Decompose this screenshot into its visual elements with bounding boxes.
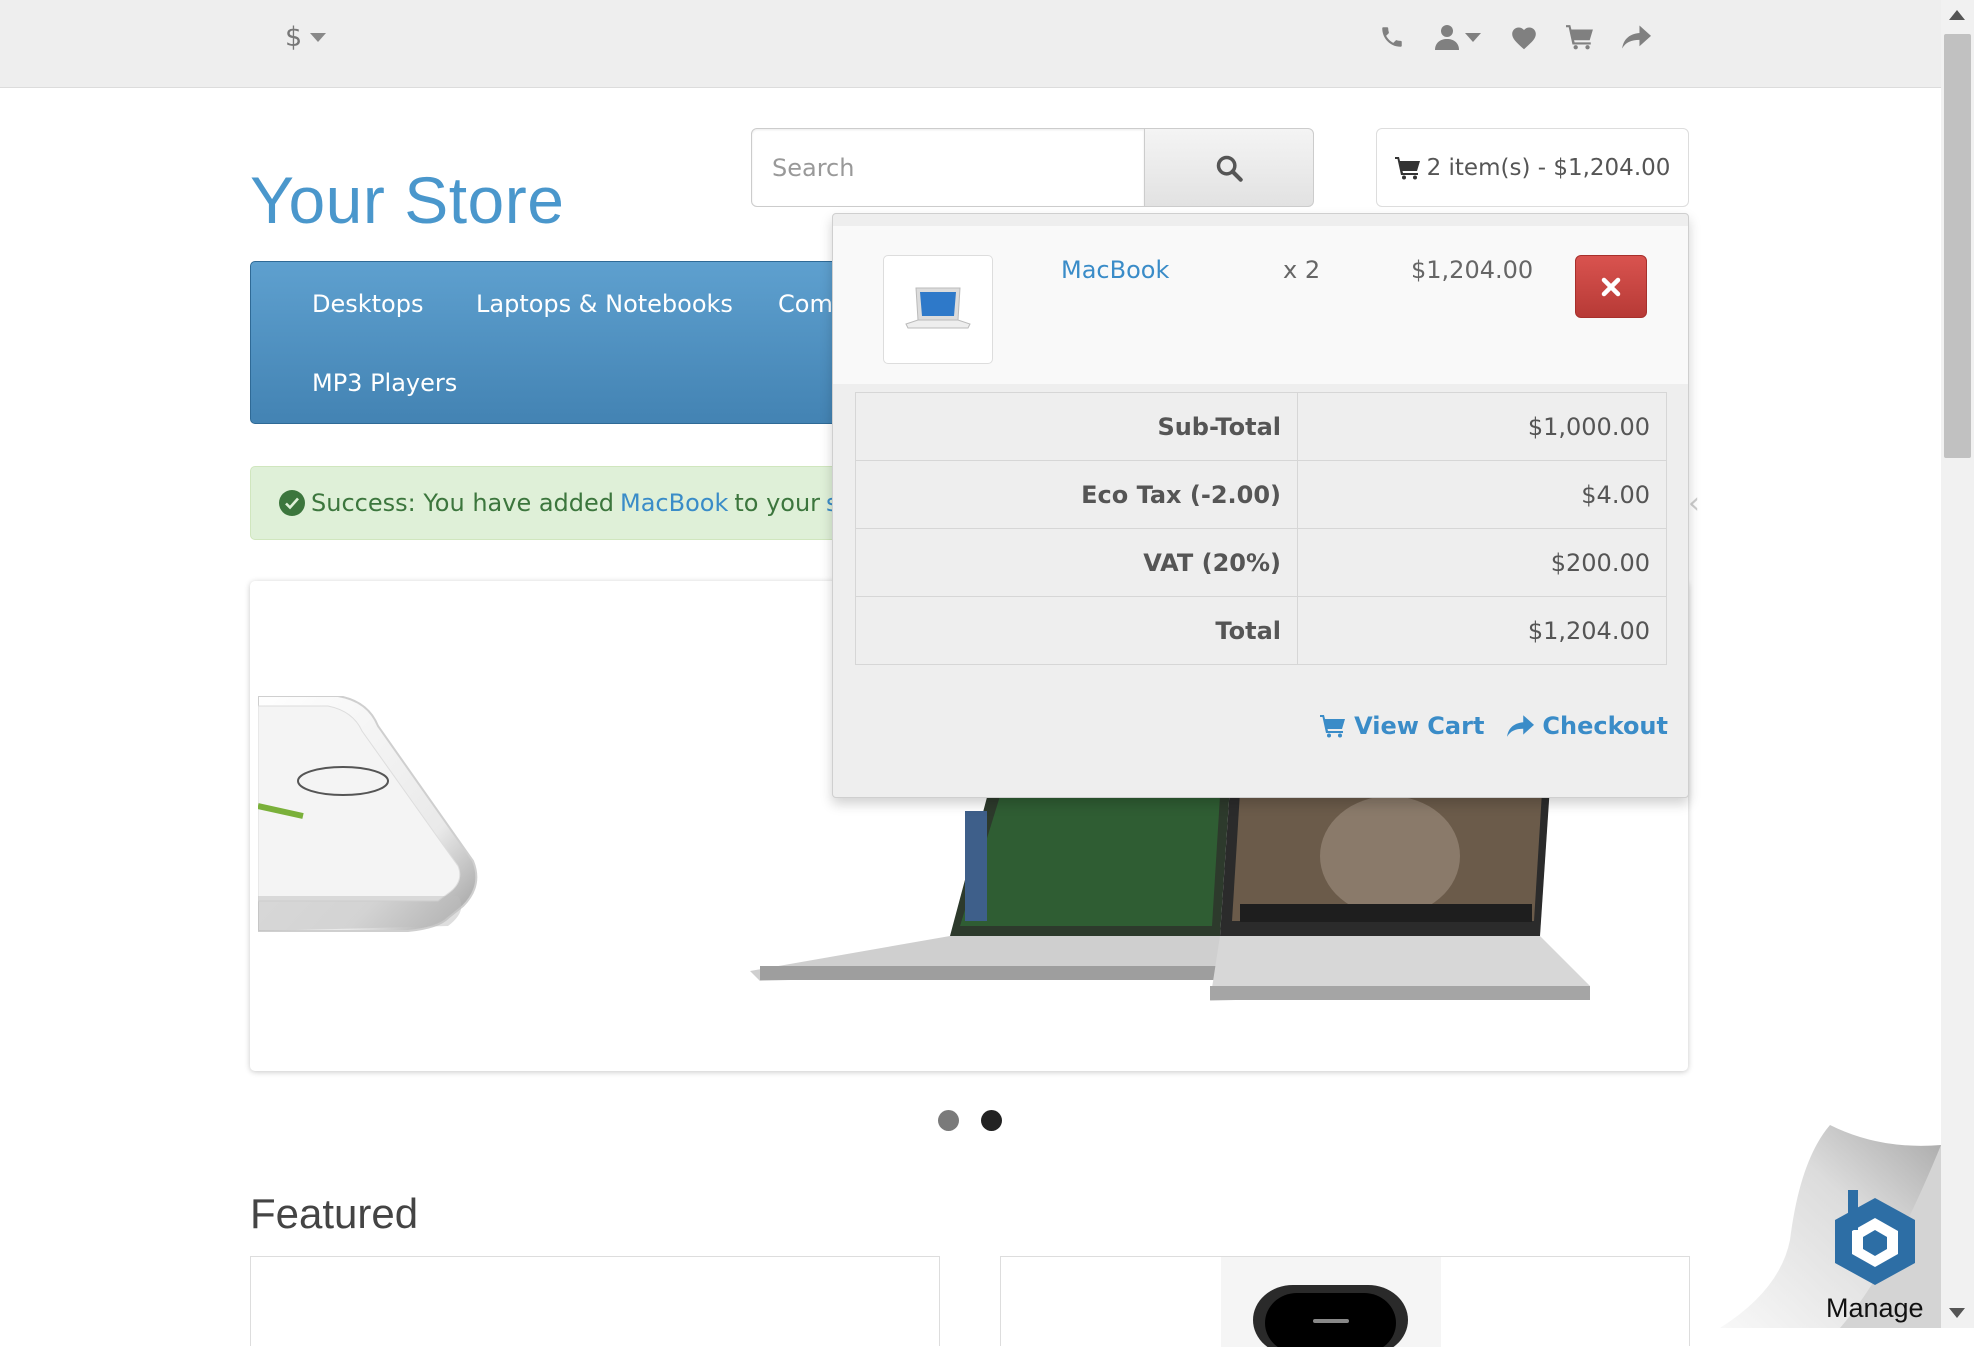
menu-item-laptops[interactable]: Laptops & Notebooks bbox=[476, 290, 733, 318]
cart-button[interactable]: 2 item(s) - $1,204.00 bbox=[1376, 128, 1689, 207]
search-icon bbox=[1216, 155, 1243, 182]
cart-item-row: MacBook x 2 $1,204.00 bbox=[833, 226, 1688, 384]
totals-row: Sub-Total $1,000.00 bbox=[855, 392, 1667, 461]
cart-item-thumbnail[interactable] bbox=[883, 255, 993, 364]
cart-totals-table: Sub-Total $1,000.00 Eco Tax (-2.00) $4.0… bbox=[855, 392, 1667, 665]
macbook-thumbnail-image bbox=[905, 287, 971, 328]
totals-label: Eco Tax (-2.00) bbox=[855, 460, 1298, 529]
close-icon bbox=[1601, 277, 1621, 296]
featured-heading: Featured bbox=[250, 1190, 419, 1237]
alert-text-middle: to your bbox=[734, 489, 821, 517]
share-icon bbox=[1507, 715, 1535, 737]
share-icon[interactable] bbox=[1621, 22, 1651, 52]
totals-value: $4.00 bbox=[1297, 460, 1667, 529]
totals-label: Total bbox=[855, 596, 1298, 665]
alert-text: Success: You have added bbox=[311, 489, 615, 517]
cart-dropdown: MacBook x 2 $1,204.00 Sub-Total $1,000.0… bbox=[832, 213, 1689, 798]
checkout-link[interactable]: Checkout bbox=[1506, 712, 1668, 740]
view-cart-link[interactable]: View Cart bbox=[1320, 712, 1484, 740]
scrollbar-thumb[interactable] bbox=[1944, 34, 1971, 458]
shopping-cart-icon bbox=[1394, 156, 1420, 179]
menu-item-mp3-players[interactable]: MP3 Players bbox=[312, 369, 457, 397]
slide-dot[interactable] bbox=[938, 1110, 959, 1131]
totals-row: Total $1,204.00 bbox=[855, 596, 1667, 665]
search-bar bbox=[751, 128, 1314, 207]
cart-item-name-link[interactable]: MacBook bbox=[1061, 256, 1169, 284]
manage-label[interactable]: Manage bbox=[1826, 1293, 1924, 1324]
totals-value: $1,204.00 bbox=[1297, 596, 1667, 665]
scroll-up-arrow-icon[interactable] bbox=[1949, 10, 1965, 20]
alert-product-link[interactable]: MacBook bbox=[620, 489, 728, 517]
chevron-down-icon bbox=[310, 33, 327, 42]
view-cart-label: View Cart bbox=[1354, 712, 1485, 740]
product-card[interactable] bbox=[1000, 1256, 1690, 1347]
totals-label: VAT (20%) bbox=[855, 528, 1298, 597]
totals-value: $200.00 bbox=[1297, 528, 1667, 597]
iphone-image bbox=[258, 696, 478, 932]
totals-value: $1,000.00 bbox=[1297, 392, 1667, 461]
totals-row: Eco Tax (-2.00) $4.00 bbox=[855, 460, 1667, 529]
menu-item-desktops[interactable]: Desktops bbox=[312, 290, 423, 318]
user-icon[interactable] bbox=[1433, 22, 1483, 52]
chevron-down-icon bbox=[1465, 32, 1481, 42]
search-button[interactable] bbox=[1145, 128, 1314, 207]
top-links bbox=[1377, 22, 1651, 52]
search-input[interactable] bbox=[751, 128, 1145, 207]
currency-dropdown[interactable]: $ bbox=[285, 22, 327, 53]
top-bar: $ bbox=[0, 0, 1941, 88]
scroll-down-arrow-icon[interactable] bbox=[1949, 1308, 1965, 1318]
slide-dot-active[interactable] bbox=[981, 1110, 1002, 1131]
apple-watch-image bbox=[1221, 1257, 1441, 1347]
cart-item-quantity: x 2 bbox=[1283, 256, 1321, 284]
checkout-label: Checkout bbox=[1542, 712, 1668, 740]
vertical-scrollbar[interactable] bbox=[1941, 0, 1974, 1328]
cart-actions: View Cart Checkout bbox=[1320, 712, 1668, 740]
shopping-cart-icon bbox=[1320, 715, 1346, 738]
cart-item-price: $1,204.00 bbox=[1411, 256, 1534, 284]
phone-icon[interactable] bbox=[1377, 22, 1407, 52]
menu-item-components[interactable]: Com bbox=[778, 290, 833, 318]
totals-label: Sub-Total bbox=[855, 392, 1298, 461]
shopping-cart-icon[interactable] bbox=[1565, 22, 1595, 52]
slideshow-pagination bbox=[938, 1110, 1002, 1131]
product-card[interactable] bbox=[250, 1256, 940, 1346]
check-circle-icon bbox=[279, 490, 305, 516]
cart-total-label: 2 item(s) - $1,204.00 bbox=[1426, 154, 1671, 181]
remove-item-button[interactable] bbox=[1575, 255, 1647, 318]
heart-icon[interactable] bbox=[1509, 22, 1539, 52]
chevron-left-icon[interactable]: ‹ bbox=[1688, 486, 1700, 521]
store-logo[interactable]: Your Store bbox=[250, 162, 564, 238]
totals-row: VAT (20%) $200.00 bbox=[855, 528, 1667, 597]
currency-symbol: $ bbox=[285, 22, 303, 53]
macbook-image bbox=[750, 786, 1590, 1001]
